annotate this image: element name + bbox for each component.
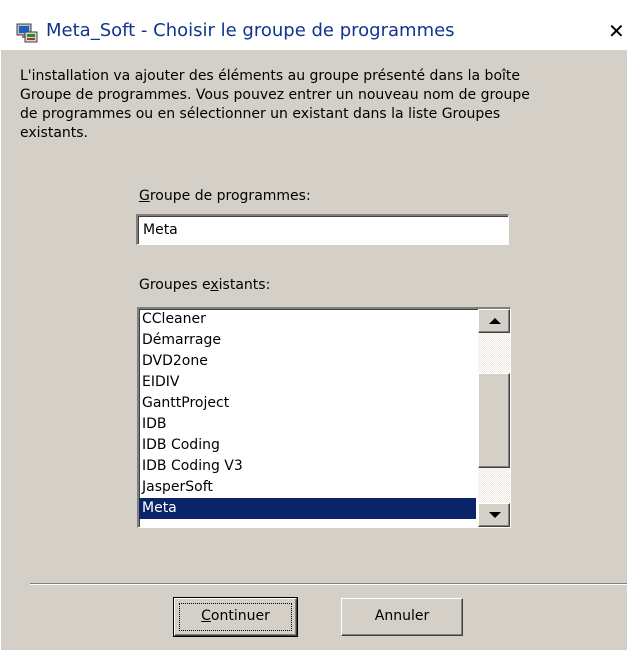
instructions-text: L'installation va ajouter des éléments a…	[20, 68, 530, 141]
continue-rest: ontinuer	[210, 608, 270, 624]
list-items: CCleaner Démarrage DVD2one EIDIV GanttPr…	[139, 309, 476, 519]
list-item-idb-coding[interactable]: IDB Coding	[139, 435, 476, 456]
existing-groups-label: Groupes existants:	[139, 277, 270, 293]
list-item-ccleaner[interactable]: CCleaner	[139, 309, 476, 330]
group-name-input[interactable]: Meta	[136, 214, 509, 245]
list-item-dvd2one[interactable]: DVD2one	[139, 351, 476, 372]
continue-button-label: Continuer	[201, 608, 270, 624]
arrow-up-icon	[489, 318, 501, 324]
group-name-label: Groupe de programmes:	[139, 188, 311, 204]
vertical-scrollbar[interactable]	[478, 309, 510, 527]
cancel-button[interactable]: Annuler	[341, 598, 463, 636]
existing-groups-label-start: Groupes e	[139, 277, 211, 293]
list-item-meta-selected[interactable]: Meta	[139, 498, 476, 519]
list-item-idb[interactable]: IDB	[139, 414, 476, 435]
window-title: Meta_Soft - Choisir le groupe de program…	[46, 20, 455, 41]
continue-button[interactable]: Continuer	[173, 597, 298, 637]
scroll-down-button[interactable]	[478, 503, 510, 527]
list-item-ganttproject[interactable]: GanttProject	[139, 393, 476, 414]
setup-icon	[16, 22, 38, 44]
existing-groups-label-accel: x	[210, 277, 219, 293]
existing-groups-list[interactable]: CCleaner Démarrage DVD2one EIDIV GanttPr…	[137, 307, 511, 528]
scroll-up-button[interactable]	[478, 309, 510, 333]
close-icon[interactable]: ✕	[608, 16, 627, 46]
existing-groups-label-end: istants:	[218, 277, 271, 293]
window-left-border	[0, 50, 1, 650]
title-bar[interactable]: Meta_Soft - Choisir le groupe de program…	[0, 0, 627, 50]
separator	[30, 583, 627, 585]
group-name-label-accel: G	[139, 188, 150, 204]
group-name-label-rest: roupe de programmes:	[149, 188, 311, 204]
arrow-down-icon	[489, 512, 501, 518]
list-item-demarrage[interactable]: Démarrage	[139, 330, 476, 351]
cancel-button-label: Annuler	[374, 608, 430, 624]
continue-accel: C	[201, 608, 211, 624]
list-item-jaspersoft[interactable]: JasperSoft	[139, 477, 476, 498]
list-item-idb-coding-v3[interactable]: IDB Coding V3	[139, 456, 476, 477]
scroll-thumb[interactable]	[478, 373, 510, 468]
list-item-eidiv[interactable]: EIDIV	[139, 372, 476, 393]
